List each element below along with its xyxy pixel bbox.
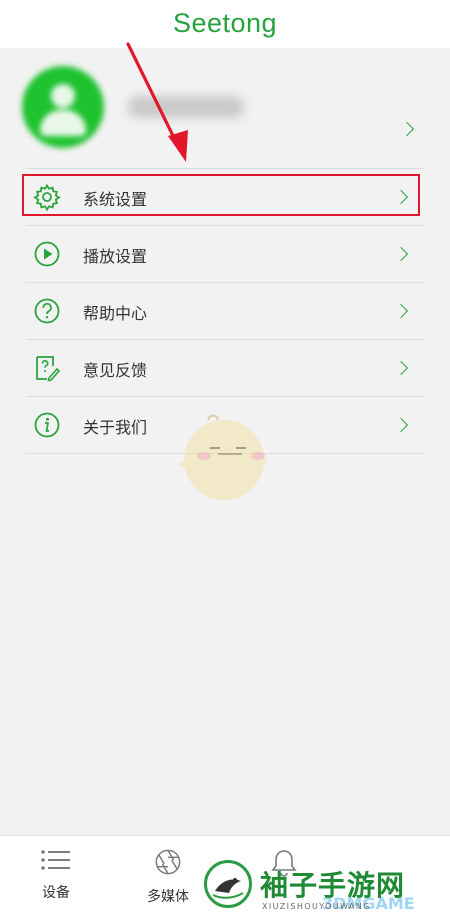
list-icon <box>41 850 70 870</box>
help-icon <box>34 298 60 324</box>
tab-label: 设备 <box>42 885 70 901</box>
red-arrow-annotation <box>126 42 188 162</box>
menu-item-label: 播放设置 <box>83 247 148 266</box>
feedback-icon <box>36 356 61 382</box>
tab-label: 多媒体 <box>147 889 189 905</box>
highlight-box <box>22 174 420 216</box>
watermark-subtext: XIUZISHOUYOUWANG <box>262 902 371 911</box>
menu-item-label: 关于我们 <box>83 418 148 437</box>
app-header: Seetong <box>0 0 450 48</box>
profile-card[interactable] <box>0 48 450 160</box>
chevron-right-icon <box>393 246 409 262</box>
tab-devices[interactable]: 设备 <box>16 848 96 902</box>
avatar[interactable] <box>22 66 104 148</box>
tab-multimedia[interactable]: 多媒体 <box>128 848 208 906</box>
menu-item-playback-settings[interactable]: 播放设置 <box>26 226 424 283</box>
watermark-logo-icon <box>204 860 252 908</box>
info-icon <box>34 412 60 438</box>
chevron-right-icon <box>393 417 409 433</box>
menu-item-feedback[interactable]: 意见反馈 <box>26 340 424 397</box>
profile-chevron-right-icon[interactable] <box>399 121 415 137</box>
play-circle-icon <box>34 241 60 267</box>
menu-item-help-center[interactable]: 帮助中心 <box>26 283 424 340</box>
mascot-watermark <box>178 414 268 500</box>
site-watermark: 袖子手游网 3DMGAME XIUZISHOUYOUWANG <box>200 856 450 918</box>
chevron-right-icon <box>393 360 409 376</box>
aperture-icon <box>155 849 181 875</box>
menu-item-label: 意见反馈 <box>83 361 148 380</box>
app-title: Seetong <box>172 8 278 38</box>
menu-item-label: 帮助中心 <box>83 304 148 323</box>
chevron-right-icon <box>393 303 409 319</box>
